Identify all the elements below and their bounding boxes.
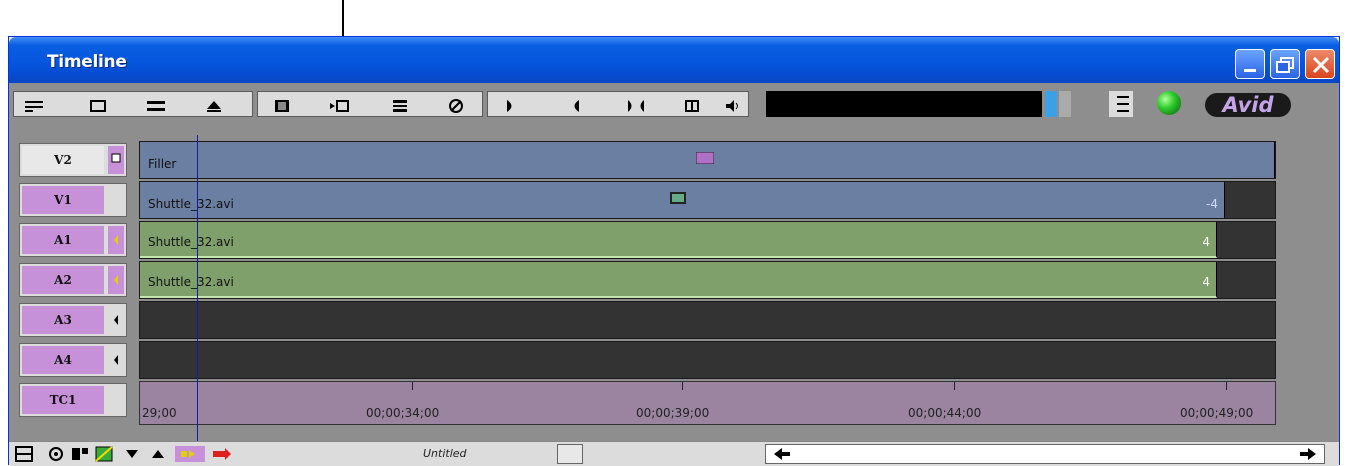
clip-name: Shuttle_32.avi [148,275,234,289]
timecode-label: 00;00;44;00 [908,406,982,420]
window-title: Timeline [47,52,127,72]
eject-icon[interactable] [204,99,224,113]
position-indicator[interactable] [197,135,198,455]
target-icon[interactable] [47,446,65,462]
clip-name: Filler [148,157,177,171]
track-button-a2[interactable]: A2 [19,263,127,297]
track-button-a1[interactable]: A1 [19,223,127,257]
timeline-window: Timeline Avid V2 V1 A1 A2 A3 A4 TC1 Fill… [8,36,1340,466]
track-label: A3 [22,306,104,334]
clip-name: Shuttle_32.avi [148,197,234,211]
scroll-thumb[interactable] [557,444,583,464]
clip-audio[interactable]: Shuttle_32.avi 4 [140,262,1217,298]
trim-left-icon[interactable] [564,99,584,113]
audio-monitor-icon [108,226,124,254]
trim-right-icon[interactable] [502,99,522,113]
track-label: A2 [22,266,104,294]
arrow-right-icon[interactable] [1300,448,1316,460]
track-button-a3[interactable]: A3 [19,303,127,337]
source-monitor-icon[interactable] [272,99,292,113]
clip-end-label: 4 [1202,235,1210,249]
trim-both-icon[interactable] [626,99,646,113]
track-lane-a1[interactable]: Shuttle_32.avi 4 [139,221,1276,259]
track-lane-a4[interactable] [139,341,1276,379]
clip-video[interactable]: Shuttle_32.avi -4 [140,182,1225,218]
ruler-tick [412,382,413,390]
toolbar-group-edit [257,91,483,117]
track-label: A4 [22,346,104,374]
scale-icon[interactable] [1045,91,1073,117]
track-button-v1[interactable]: V1 [19,183,127,217]
link-icon[interactable] [175,446,205,462]
ruler-tick [954,382,955,390]
close-button[interactable] [1305,49,1335,79]
status-bar: Untitled [9,441,1339,466]
clip-filler[interactable]: Filler [140,142,1275,178]
title-bar[interactable]: Timeline [9,37,1339,83]
track-button-a4[interactable]: A4 [19,343,127,377]
arrow-up-icon[interactable] [149,446,167,462]
timeline-tracks-area: V2 V1 A1 A2 A3 A4 TC1 Filler Shuttle_32.… [9,123,1339,441]
ruler-tick [1226,382,1227,390]
timecode-ruler[interactable]: 29;00 00;00;34;00 00;00;39;00 00;00;44;0… [139,381,1276,425]
split-icon[interactable] [682,99,702,113]
minimize-icon [1244,69,1256,72]
timecode-label: 00;00;39;00 [636,406,710,420]
track-monitor-icon [108,146,124,174]
overwrite-edit-icon[interactable] [330,99,350,113]
window-icon[interactable] [88,99,108,113]
sequence-title: Untitled [423,447,467,460]
restore-button[interactable] [1270,49,1300,79]
timecode-label: 29;00 [142,406,177,420]
timeline-view-icon[interactable] [15,446,33,462]
clip-name: Shuttle_32.avi [148,235,234,249]
track-lane-v2[interactable]: Filler [139,141,1276,179]
audio-monitor-icon [114,355,118,365]
timecode-label: 00;00;34;00 [366,406,440,420]
timecode-display [766,91,1042,117]
track-button-tc1[interactable]: TC1 [19,383,127,417]
track-settings-icon[interactable] [24,99,44,113]
timeline-toolbar: Avid [9,83,1339,123]
track-label: TC1 [22,386,104,414]
status-indicator-icon [1157,91,1181,115]
ruler-tick [682,382,683,390]
menu-icon[interactable] [1109,91,1133,117]
arrow-down-icon[interactable] [123,446,141,462]
clip-end-label: 4 [1202,275,1210,289]
record-arrow-icon[interactable] [211,446,233,462]
color-icon[interactable] [95,446,113,462]
clip-audio[interactable]: Shuttle_32.avi 4 [140,222,1217,258]
avid-logo: Avid [1205,93,1291,117]
audio-monitor-icon [114,315,118,325]
track-lane-v1[interactable]: Shuttle_32.avi -4 [139,181,1276,219]
clip-end-label: -4 [1206,197,1218,211]
lift-icon[interactable] [390,99,410,113]
track-label: V2 [22,146,104,174]
clip-frame-icon[interactable] [71,446,89,462]
minimize-button[interactable] [1235,49,1265,79]
toolbar-group-display [13,91,253,117]
close-icon [1312,56,1330,74]
track-label: A1 [22,226,104,254]
arrow-left-icon[interactable] [774,448,790,460]
timecode-label: 00;00;49;00 [1180,406,1254,420]
track-label: V1 [22,186,104,214]
horizontal-scrollbar[interactable] [765,444,1325,464]
track-lane-a3[interactable] [139,301,1276,339]
effect-icon [696,152,714,164]
effect-icon [670,192,686,204]
restore-icon [1276,57,1294,73]
no-edit-icon[interactable] [446,99,466,113]
speaker-icon[interactable] [724,99,744,113]
toolbar-group-trim [487,91,749,117]
track-button-v2[interactable]: V2 [19,143,127,177]
track-lane-a2[interactable]: Shuttle_32.avi 4 [139,261,1276,299]
audio-monitor-icon [108,266,124,294]
track-height-icon[interactable] [146,99,166,113]
